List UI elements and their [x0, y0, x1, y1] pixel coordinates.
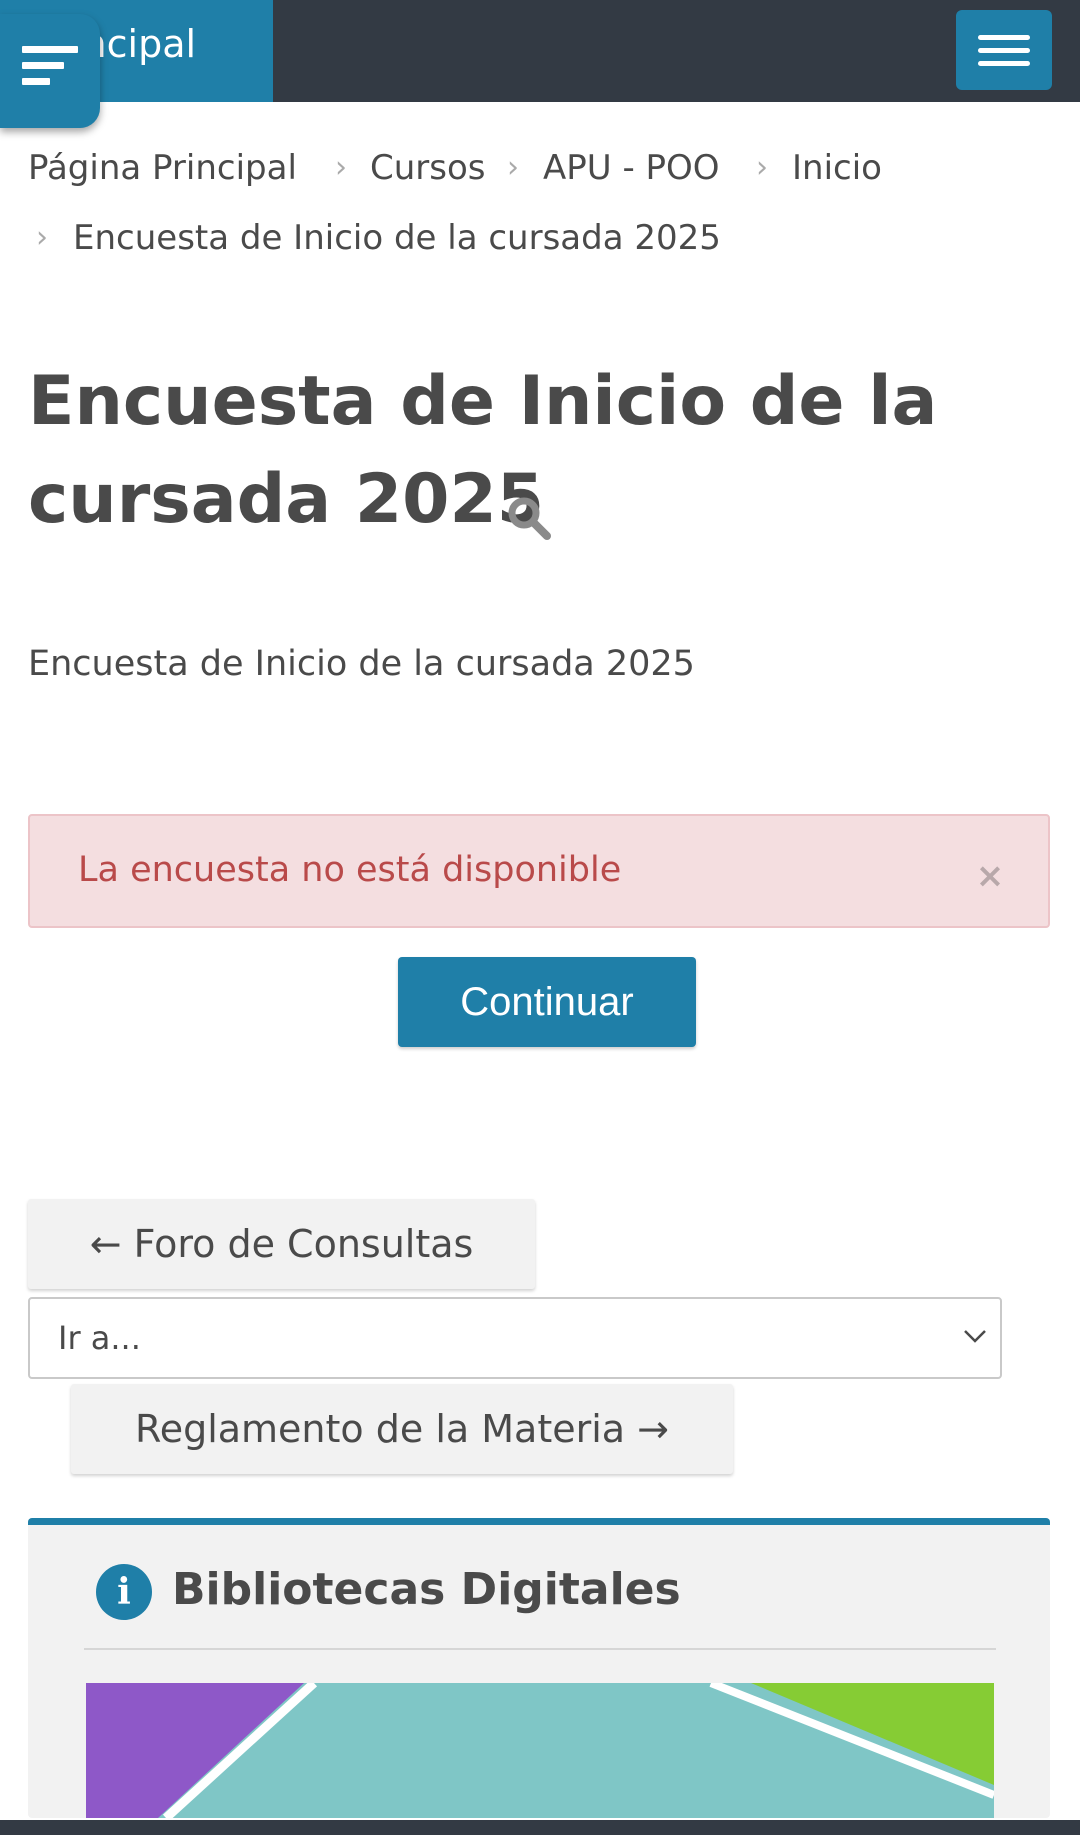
top-navbar: incipal	[0, 0, 1080, 102]
chevron-right-icon: ›	[335, 150, 347, 185]
jump-to-select[interactable]: Ir a...	[28, 1297, 1002, 1379]
breadcrumb-item-current: Encuesta de Inicio de la cursada 2025	[73, 218, 721, 258]
page-title: Encuesta de Inicio de la	[28, 345, 1048, 459]
page-title-line1: Encuesta de Inicio de la	[28, 362, 938, 441]
chevron-right-icon: ›	[756, 150, 768, 185]
block-banner-image[interactable]	[86, 1683, 994, 1818]
system-bottom-bar	[0, 1820, 1080, 1835]
breadcrumb-item-home[interactable]: Página Principal	[28, 148, 297, 188]
jump-to-value: Ir a...	[58, 1319, 141, 1357]
breadcrumb-item-section[interactable]: Inicio	[792, 148, 882, 188]
previous-activity-button[interactable]: ← Foro de Consultas	[28, 1199, 535, 1289]
continue-button[interactable]: Continuar	[398, 957, 696, 1047]
chevron-right-icon: ›	[507, 150, 519, 185]
breadcrumb-item-courses[interactable]: Cursos	[370, 148, 486, 188]
block-title: Bibliotecas Digitales	[172, 1564, 681, 1615]
hamburger-menu-button[interactable]	[956, 10, 1052, 90]
breadcrumb-item-course[interactable]: APU - POO	[543, 148, 720, 188]
chevron-right-icon: ›	[36, 220, 48, 255]
block-divider	[84, 1648, 996, 1650]
drawer-toggle-icon	[22, 46, 78, 53]
page-title-line2: cursada 2025	[28, 460, 545, 539]
search-icon[interactable]	[505, 494, 553, 542]
hamburger-icon	[978, 35, 1030, 40]
alert-message: La encuesta no está disponible	[78, 850, 622, 890]
drawer-toggle-button[interactable]	[0, 14, 100, 128]
alert-error: La encuesta no está disponible	[28, 814, 1050, 928]
intro-text: Encuesta de Inicio de la cursada 2025	[28, 644, 695, 684]
next-activity-button[interactable]: Reglamento de la Materia →	[71, 1384, 733, 1474]
close-icon[interactable]: ×	[962, 854, 1018, 898]
info-icon: i	[96, 1564, 152, 1620]
chevron-down-icon	[964, 1330, 986, 1343]
